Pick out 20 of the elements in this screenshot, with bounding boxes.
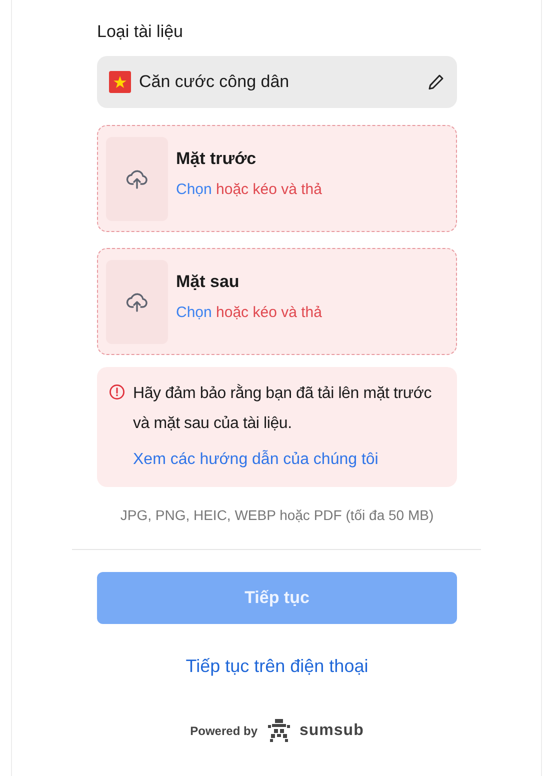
brand-name: sumsub <box>300 722 364 740</box>
choose-link[interactable]: Chọn <box>176 304 212 321</box>
upload-title: Mặt trước <box>176 149 258 169</box>
logo-icon <box>266 719 292 743</box>
upload-title: Mặt sau <box>176 272 240 292</box>
document-type-field[interactable]: Căn cước công dân <box>97 56 457 108</box>
drag-hint: hoặc kéo và thả <box>216 304 322 321</box>
file-formats-hint: JPG, PNG, HEIC, WEBP hoặc PDF (tối đa 50 MB) <box>119 507 435 523</box>
upload-area[interactable]: Mặt sau Chọn hoặc kéo và thả <box>97 248 457 355</box>
drag-hint: hoặc kéo và thả <box>216 181 322 198</box>
flag-icon <box>109 71 131 93</box>
warning-icon <box>109 384 125 400</box>
upload-area[interactable]: Mặt trước Chọn hoặc kéo và thả <box>97 125 457 232</box>
continue-on-phone-link[interactable]: Tiếp tục trên điện thoại <box>186 656 368 677</box>
choose-link[interactable]: Chọn <box>176 181 212 198</box>
alert-message: Hãy đảm bảo rằng bạn đã tải lên mặt trước và mặt sau của tài liệu. <box>133 383 432 434</box>
guide-link[interactable]: Xem các hướng dẫn của chúng tôi <box>133 445 447 475</box>
powered-by-text: Powered by <box>190 724 258 738</box>
field-label: Loại tài liệu <box>97 22 184 42</box>
edit-icon[interactable] <box>427 73 445 91</box>
